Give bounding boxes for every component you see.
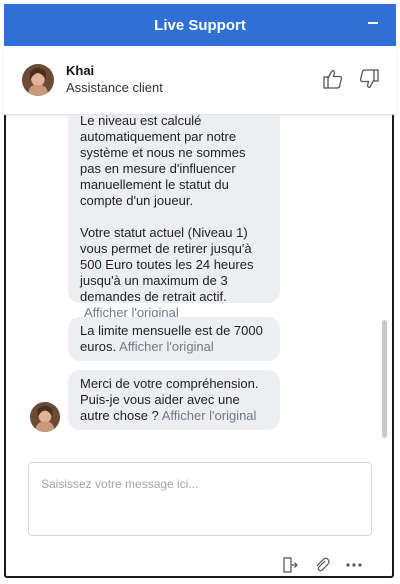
exit-chat-icon <box>283 557 298 573</box>
message-input[interactable] <box>29 463 371 535</box>
message-scrollbar[interactable] <box>382 320 387 438</box>
message-line: automatiquement par notre <box>80 129 237 144</box>
message-line: manuellement le statut du <box>80 177 229 192</box>
thumbs-up-button[interactable] <box>322 68 344 90</box>
message-line: compte d'un joueur. <box>80 193 194 208</box>
agent-avatar <box>22 64 54 96</box>
attachment-button[interactable] <box>313 556 331 574</box>
thumbs-down-icon <box>359 69 379 88</box>
message-line: vous permet de retirer jusqu'à <box>80 241 252 256</box>
chat-header: Live Support <box>4 4 396 46</box>
agent-message: La limite mensuelle est de 7000 euros. A… <box>68 317 280 361</box>
show-original-link[interactable]: Afficher l'original <box>119 339 214 354</box>
agent-message: Merci de votre compréhension. Puis-je vo… <box>68 370 280 430</box>
message-line: Le niveau est calculé <box>80 115 202 128</box>
exit-chat-button[interactable] <box>281 556 299 574</box>
message-line: système et nous ne sommes <box>80 145 246 160</box>
message-line: demandes de retrait actif. <box>80 289 227 304</box>
message-line: pas en mesure d'influencer <box>80 161 236 176</box>
agent-name: Khai <box>66 63 95 78</box>
message-line: Votre statut actuel (Niveau 1) <box>80 225 248 240</box>
header-title: Live Support <box>154 16 246 34</box>
agent-role: Assistance client <box>66 80 163 95</box>
show-original-link[interactable]: Afficher l'original <box>162 408 257 423</box>
agent-message: Le niveau est calculé automatiquement pa… <box>68 115 280 320</box>
thumbs-down-button[interactable] <box>358 68 380 90</box>
message-line: 500 Euro toutes les 24 heures <box>80 257 254 272</box>
message-composer <box>28 462 372 536</box>
minimize-icon <box>368 22 378 24</box>
minimize-button[interactable] <box>364 12 382 34</box>
agent-avatar-image <box>30 402 60 432</box>
agent-avatar-image <box>22 64 54 96</box>
message-avatar <box>30 402 60 432</box>
message-list[interactable]: Le niveau est calculé automatiquement pa… <box>4 115 396 445</box>
more-options-icon <box>346 563 362 567</box>
attachment-icon <box>316 557 330 572</box>
message-line: jusqu'à un maximum de 3 <box>80 273 228 288</box>
thumbs-up-icon <box>323 70 343 89</box>
more-options-button[interactable] <box>345 556 363 574</box>
agent-info-bar: Khai Assistance client <box>4 46 396 115</box>
